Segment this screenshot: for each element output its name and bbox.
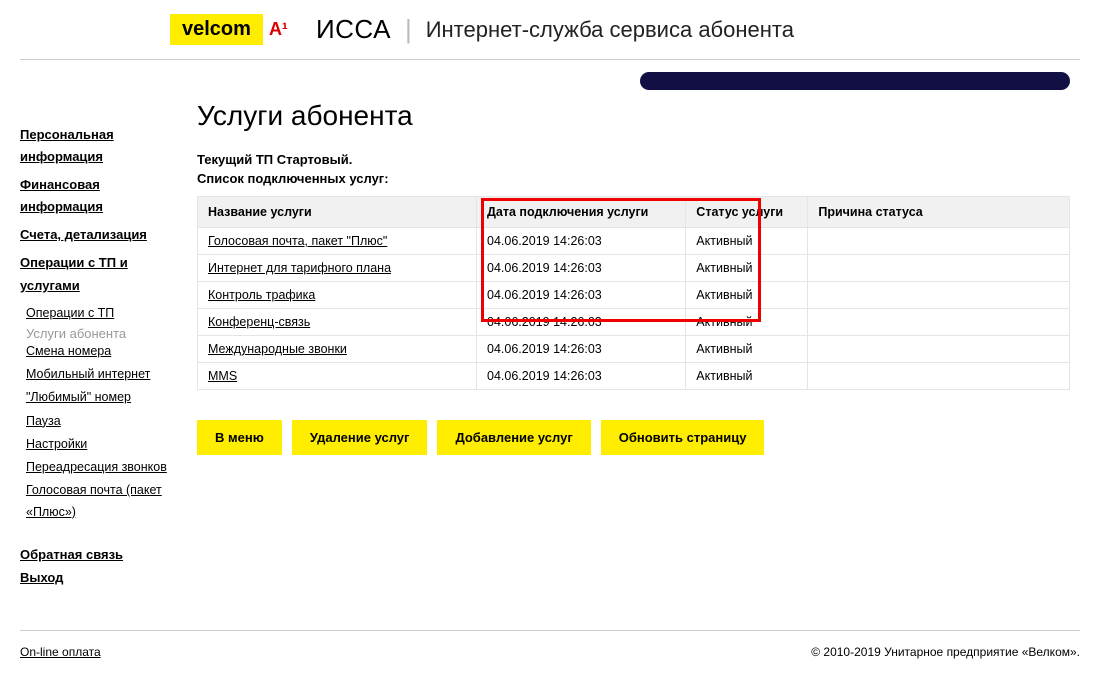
- table-row: Голосовая почта, пакет "Плюс" 04.06.2019 …: [198, 228, 1070, 255]
- table-row: Конференц-связь 04.06.2019 14:26:03Активн…: [198, 309, 1070, 336]
- sidebar-sub-tp-ops[interactable]: Операции с ТП: [26, 303, 114, 324]
- sidebar-sub-pause[interactable]: Пауза: [26, 411, 61, 432]
- sidebar-sub-favorite-number[interactable]: "Любимый" номер: [26, 387, 131, 408]
- service-date: 04.06.2019 14:26:03: [477, 255, 686, 282]
- page-title: Услуги абонента: [197, 100, 1070, 132]
- service-reason: [808, 255, 1070, 282]
- sidebar-logout[interactable]: Выход: [20, 566, 175, 589]
- sidebar-sub-forwarding[interactable]: Переадресация звонков: [26, 457, 167, 478]
- table-row: Контроль трафика 04.06.2019 14:26:03Актив…: [198, 282, 1070, 309]
- brand-subtitle: Интернет-служба сервиса абонента: [426, 17, 794, 43]
- btn-refresh[interactable]: Обновить страницу: [601, 420, 765, 455]
- service-status: Активный: [686, 309, 808, 336]
- sidebar-sub-change-number[interactable]: Смена номера: [26, 341, 111, 362]
- table-row: MMS 04.06.2019 14:26:03Активный: [198, 363, 1070, 390]
- service-date: 04.06.2019 14:26:03: [477, 336, 686, 363]
- sidebar-main-personal[interactable]: Персональная информация: [20, 127, 114, 164]
- sidebar-feedback[interactable]: Обратная связь: [20, 543, 175, 566]
- service-reason: [808, 336, 1070, 363]
- col-status: Статус услуги: [686, 197, 808, 228]
- service-reason: [808, 309, 1070, 336]
- service-reason: [808, 282, 1070, 309]
- service-status: Активный: [686, 228, 808, 255]
- sidebar-sub-settings[interactable]: Настройки: [26, 434, 87, 455]
- sidebar-main-bills[interactable]: Счета, детализация: [20, 227, 147, 242]
- service-date: 04.06.2019 14:26:03: [477, 282, 686, 309]
- col-reason: Причина статуса: [808, 197, 1070, 228]
- col-name: Название услуги: [198, 197, 477, 228]
- footer-copyright: © 2010-2019 Унитарное предприятие «Велко…: [811, 645, 1080, 659]
- sidebar: Персональная информация Финансовая инфор…: [20, 100, 175, 590]
- service-link[interactable]: MMS: [208, 369, 237, 383]
- service-link[interactable]: Голосовая почта, пакет "Плюс": [208, 234, 387, 248]
- sidebar-sub-voicemail[interactable]: Голосовая почта (пакет «Плюс»): [26, 480, 175, 523]
- sidebar-sub-mobile-internet[interactable]: Мобильный интернет: [26, 364, 150, 385]
- table-row: Международные звонки 04.06.2019 14:26:03А…: [198, 336, 1070, 363]
- col-date: Дата подключения услуги: [477, 197, 686, 228]
- service-date: 04.06.2019 14:26:03: [477, 363, 686, 390]
- service-status: Активный: [686, 363, 808, 390]
- btn-delete-services[interactable]: Удаление услуг: [292, 420, 428, 455]
- service-status: Активный: [686, 282, 808, 309]
- service-link[interactable]: Международные звонки: [208, 342, 347, 356]
- table-row: Интернет для тарифного плана 04.06.2019 1…: [198, 255, 1070, 282]
- service-reason: [808, 228, 1070, 255]
- sidebar-main-operations[interactable]: Операции с ТП и услугами: [20, 255, 128, 292]
- logo-velcom: velcom: [170, 14, 263, 45]
- logo-a1: A¹: [269, 19, 288, 40]
- service-date: 04.06.2019 14:26:03: [477, 309, 686, 336]
- service-link[interactable]: Интернет для тарифного плана: [208, 261, 391, 275]
- sidebar-main-finance[interactable]: Финансовая информация: [20, 177, 103, 214]
- services-table: Название услуги Дата подключения услуги …: [197, 196, 1070, 390]
- separator: |: [405, 14, 412, 45]
- service-reason: [808, 363, 1070, 390]
- btn-menu[interactable]: В меню: [197, 420, 282, 455]
- page-header: velcom A¹ ИССА | Интернет-служба сервиса…: [20, 0, 1080, 60]
- sidebar-sub-services-active: Услуги абонента: [26, 326, 126, 341]
- service-link[interactable]: Конференц-связь: [208, 315, 310, 329]
- footer-online-payment[interactable]: On-line оплата: [20, 645, 101, 659]
- main-content: Услуги абонента Текущий ТП Стартовый. Сп…: [197, 100, 1080, 590]
- page-footer: On-line оплата © 2010-2019 Унитарное пре…: [20, 630, 1080, 673]
- redacted-region: [640, 72, 1070, 90]
- current-tp: Текущий ТП Стартовый.: [197, 152, 1070, 167]
- service-status: Активный: [686, 255, 808, 282]
- services-list-label: Список подключенных услуг:: [197, 171, 1070, 186]
- btn-add-services[interactable]: Добавление услуг: [437, 420, 590, 455]
- service-link[interactable]: Контроль трафика: [208, 288, 315, 302]
- service-date: 04.06.2019 14:26:03: [477, 228, 686, 255]
- service-status: Активный: [686, 336, 808, 363]
- brand-name: ИССА: [316, 14, 391, 45]
